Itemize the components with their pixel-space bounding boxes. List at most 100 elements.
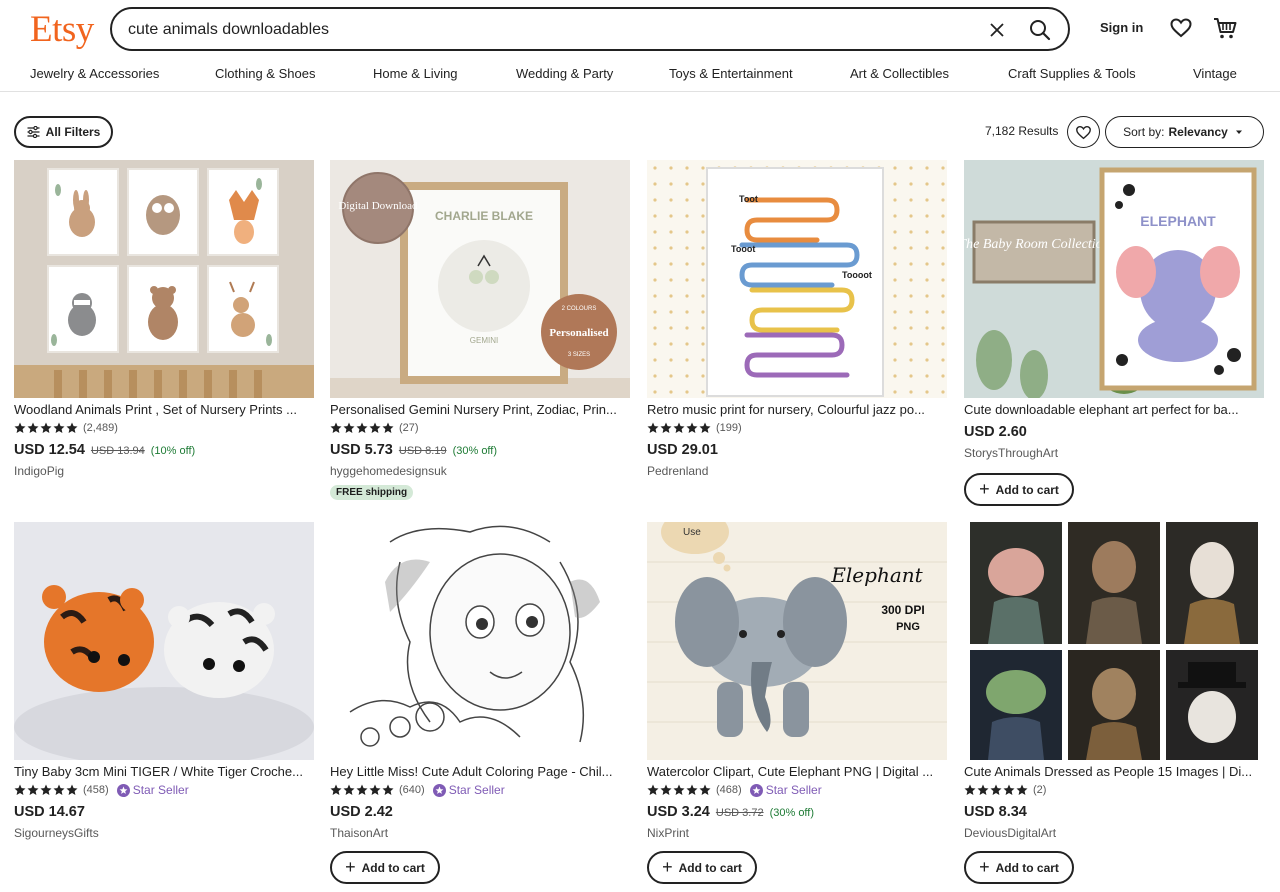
- star-icon: [40, 784, 52, 795]
- listing-image[interactable]: [330, 522, 630, 760]
- star-icon: [27, 422, 39, 433]
- price-line: USD 2.42: [330, 804, 393, 820]
- plus-icon: +: [662, 856, 673, 877]
- star-icon: [356, 784, 368, 795]
- listing-image[interactable]: [14, 522, 314, 760]
- tooot-label: Tooot: [731, 244, 755, 254]
- shop-name[interactable]: SigourneysGifts: [14, 826, 99, 840]
- category-vintage[interactable]: Vintage: [1193, 66, 1237, 81]
- star-rating: [964, 784, 1028, 796]
- star-icon: [977, 784, 989, 795]
- sign-in-link[interactable]: Sign in: [1100, 20, 1143, 35]
- review-count: (640): [399, 784, 425, 796]
- review-count: (2,489): [83, 422, 118, 434]
- price-line: USD 14.67: [14, 804, 85, 820]
- save-search-button[interactable]: [1067, 116, 1100, 148]
- listing-title[interactable]: Cute downloadable elephant art perfect f…: [964, 402, 1264, 417]
- price: USD 3.24: [647, 804, 710, 820]
- category-nav: Jewelry & Accessories Clothing & Shoes H…: [0, 58, 1280, 92]
- results-count: 7,182 Results: [985, 124, 1059, 138]
- listing-rating: (27): [330, 421, 419, 435]
- shop-name[interactable]: Pedrenland: [647, 464, 708, 478]
- category-art[interactable]: Art & Collectibles: [850, 66, 949, 81]
- header: Etsy Sign in: [0, 0, 1280, 58]
- category-home[interactable]: Home & Living: [373, 66, 458, 81]
- star-icon: [647, 422, 659, 433]
- shop-name[interactable]: ThaisonArt: [330, 826, 388, 840]
- listing-image[interactable]: The Baby Room Collection ELEPHANT: [964, 160, 1264, 398]
- shop-name[interactable]: NixPrint: [647, 826, 689, 840]
- discount: (30% off): [452, 445, 498, 457]
- star-rating: [647, 784, 711, 796]
- listing-title[interactable]: Woodland Animals Print , Set of Nursery …: [14, 402, 314, 417]
- search-input[interactable]: [128, 18, 948, 42]
- use-bubble: Use: [683, 527, 701, 538]
- star-icon: [369, 422, 381, 433]
- etsy-logo[interactable]: Etsy: [30, 8, 94, 51]
- star-seller-icon: [116, 783, 130, 797]
- star-icon: [369, 784, 381, 795]
- listing-title[interactable]: Personalised Gemini Nursery Print, Zodia…: [330, 402, 630, 417]
- listing-title[interactable]: Watercolor Clipart, Cute Elephant PNG | …: [647, 764, 947, 779]
- category-jewelry[interactable]: Jewelry & Accessories: [30, 66, 159, 81]
- listing-image[interactable]: [964, 522, 1264, 760]
- caret-down-icon: [1235, 130, 1242, 134]
- shop-name[interactable]: IndigoPig: [14, 464, 64, 478]
- star-icon: [66, 422, 78, 433]
- star-icon: [660, 422, 672, 433]
- listing-image[interactable]: [14, 160, 314, 398]
- star-icon: [343, 784, 355, 795]
- add-to-cart-button[interactable]: + Add to cart: [964, 473, 1074, 506]
- clear-search-button[interactable]: [984, 17, 1010, 43]
- add-to-cart-button[interactable]: + Add to cart: [330, 851, 440, 884]
- add-to-cart-button[interactable]: + Add to cart: [964, 851, 1074, 884]
- search-bar: [110, 7, 1070, 51]
- listing-image[interactable]: Toot Toooot Tooot: [647, 160, 947, 398]
- star-icon: [1003, 784, 1015, 795]
- shopping-cart-icon[interactable]: [1212, 15, 1238, 41]
- listing-title[interactable]: Hey Little Miss! Cute Adult Coloring Pag…: [330, 764, 630, 779]
- heart-icon[interactable]: [1169, 16, 1193, 40]
- add-to-cart-label: Add to cart: [995, 860, 1059, 875]
- free-shipping-badge: FREE shipping: [330, 485, 414, 500]
- category-clothing[interactable]: Clothing & Shoes: [215, 66, 315, 81]
- star-icon: [673, 422, 685, 433]
- toot-label: Toot: [739, 194, 758, 204]
- review-count: (27): [399, 422, 419, 434]
- category-wedding[interactable]: Wedding & Party: [516, 66, 613, 81]
- elephant-label: ELEPHANT: [1140, 213, 1216, 229]
- sort-dropdown[interactable]: Sort by: Relevancy: [1105, 116, 1264, 148]
- price-line: USD 2.60: [964, 424, 1027, 440]
- price: USD 2.42: [330, 804, 393, 820]
- shop-name[interactable]: DeviousDigitalArt: [964, 826, 1056, 840]
- listing-title[interactable]: Retro music print for nursery, Colourful…: [647, 402, 947, 417]
- star-icon: [660, 784, 672, 795]
- review-count: (2): [1033, 784, 1047, 796]
- png-label: PNG: [896, 621, 920, 633]
- listing-rating: (2,489): [14, 421, 118, 435]
- search-button[interactable]: [1022, 13, 1058, 47]
- listing-image[interactable]: CHARLIE BLAKE GEMINI Digital Download 2 …: [330, 160, 630, 398]
- price: USD 5.73: [330, 442, 393, 458]
- plus-icon: +: [979, 856, 990, 877]
- toooot-label: Toooot: [842, 270, 872, 280]
- listing-image[interactable]: Use Elephant 300 DPI PNG: [647, 522, 947, 760]
- listing-rating: (2): [964, 783, 1046, 797]
- sizes-note: 3 SIZES: [568, 352, 590, 358]
- star-rating: [14, 784, 78, 796]
- star-icon: [40, 422, 52, 433]
- listing-title[interactable]: Cute Animals Dressed as People 15 Images…: [964, 764, 1264, 779]
- star-icon: [382, 422, 394, 433]
- add-to-cart-button[interactable]: + Add to cart: [647, 851, 757, 884]
- category-toys[interactable]: Toys & Entertainment: [669, 66, 793, 81]
- all-filters-label: All Filters: [45, 125, 101, 139]
- shop-name[interactable]: hyggehomedesignsuk: [330, 464, 447, 478]
- listing-title[interactable]: Tiny Baby 3cm Mini TIGER / White Tiger C…: [14, 764, 314, 779]
- star-icon: [53, 422, 65, 433]
- star-seller-icon: [432, 783, 446, 797]
- category-craft[interactable]: Craft Supplies & Tools: [1008, 66, 1136, 81]
- shop-name[interactable]: StorysThroughArt: [964, 446, 1058, 460]
- star-icon: [964, 784, 976, 795]
- discount: (30% off): [769, 807, 815, 819]
- all-filters-button[interactable]: All Filters: [14, 116, 113, 148]
